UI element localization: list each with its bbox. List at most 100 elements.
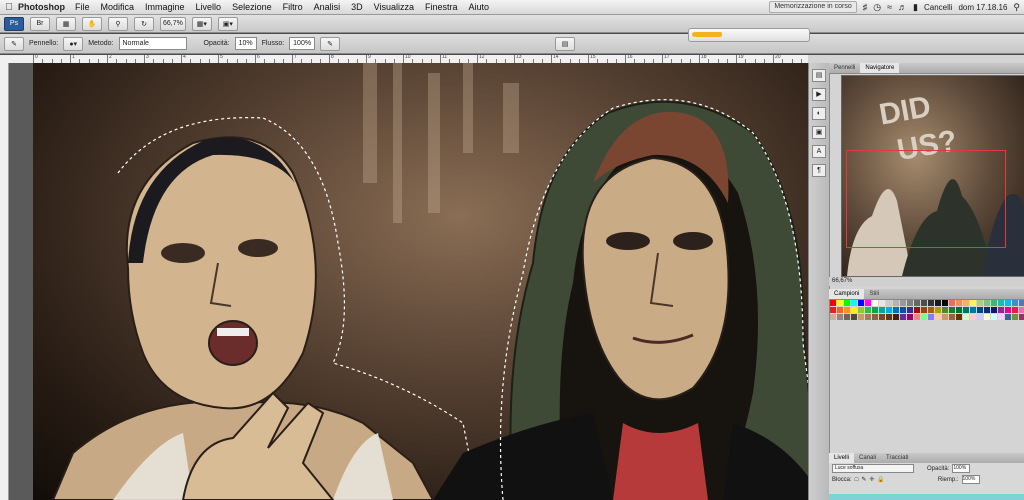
color-swatch[interactable] bbox=[991, 307, 997, 313]
artwork[interactable] bbox=[33, 63, 808, 500]
color-swatch[interactable] bbox=[830, 307, 836, 313]
color-swatch[interactable] bbox=[914, 314, 920, 320]
color-swatch[interactable] bbox=[949, 307, 955, 313]
arrange-documents-button[interactable]: ▦▾ bbox=[191, 16, 212, 31]
color-swatch[interactable] bbox=[879, 314, 885, 320]
battery-icon[interactable]: ▮ bbox=[913, 2, 918, 13]
color-swatch[interactable] bbox=[977, 307, 983, 313]
tab-navigatore[interactable]: Navigatore bbox=[860, 63, 900, 73]
active-layer-row[interactable] bbox=[829, 494, 1024, 500]
color-swatch[interactable] bbox=[977, 300, 983, 306]
color-swatch[interactable] bbox=[858, 314, 864, 320]
color-swatch[interactable] bbox=[907, 314, 913, 320]
color-swatch[interactable] bbox=[1012, 300, 1018, 306]
opacity-input[interactable]: 10% bbox=[234, 37, 257, 50]
color-swatch[interactable] bbox=[914, 300, 920, 306]
color-swatch[interactable] bbox=[830, 314, 836, 320]
screen-mode-button[interactable]: ▣▾ bbox=[217, 16, 238, 31]
menu-analisi[interactable]: Analisi bbox=[314, 2, 341, 12]
color-swatch[interactable] bbox=[998, 300, 1004, 306]
color-swatch[interactable] bbox=[998, 307, 1004, 313]
brush-preset-picker[interactable]: ●▾ bbox=[63, 36, 84, 51]
tab-canali[interactable]: Canali bbox=[854, 453, 881, 463]
color-swatch[interactable] bbox=[984, 300, 990, 306]
lock-position-icon[interactable]: ✛ bbox=[869, 476, 874, 483]
color-swatch[interactable] bbox=[872, 314, 878, 320]
color-swatch[interactable] bbox=[928, 314, 934, 320]
navigator-zoom-value[interactable]: 66,67% bbox=[832, 278, 852, 284]
color-swatch[interactable] bbox=[921, 300, 927, 306]
menu-aiuto[interactable]: Aiuto bbox=[469, 2, 490, 12]
layer-opacity-input[interactable]: 100% bbox=[952, 464, 971, 473]
color-swatch[interactable] bbox=[900, 307, 906, 313]
color-swatch[interactable] bbox=[907, 307, 913, 313]
tab-stili[interactable]: Stili bbox=[864, 289, 884, 299]
layer-fill-input[interactable]: 100% bbox=[961, 475, 980, 484]
color-swatch[interactable] bbox=[914, 307, 920, 313]
hand-tool-icon[interactable]: ✋ bbox=[82, 16, 102, 31]
color-swatch[interactable] bbox=[1019, 314, 1024, 320]
color-swatch[interactable] bbox=[935, 314, 941, 320]
ps-logo-icon[interactable]: Ps bbox=[4, 16, 24, 31]
color-swatch[interactable] bbox=[858, 300, 864, 306]
color-swatch[interactable] bbox=[942, 314, 948, 320]
color-swatch[interactable] bbox=[942, 307, 948, 313]
color-swatch[interactable] bbox=[837, 314, 843, 320]
color-swatch[interactable] bbox=[865, 300, 871, 306]
volume-icon[interactable]: ♬ bbox=[898, 2, 907, 12]
color-panel-icon[interactable]: ◐ bbox=[812, 107, 826, 120]
color-swatch[interactable] bbox=[879, 300, 885, 306]
menu-3d[interactable]: 3D bbox=[351, 2, 363, 12]
menu-file[interactable]: File bbox=[75, 2, 90, 12]
color-swatch[interactable] bbox=[970, 314, 976, 320]
zoom-level-field[interactable]: 66,7% bbox=[160, 16, 186, 31]
color-swatch[interactable] bbox=[1005, 314, 1011, 320]
color-swatch[interactable] bbox=[893, 307, 899, 313]
color-swatch[interactable] bbox=[844, 307, 850, 313]
color-swatch[interactable] bbox=[1005, 307, 1011, 313]
lock-all-icon[interactable]: 🔒 bbox=[877, 476, 884, 483]
view-extras-button[interactable]: ▦ bbox=[56, 16, 76, 31]
spotlight-icon[interactable]: ⚲ bbox=[1013, 2, 1020, 13]
color-swatch[interactable] bbox=[921, 307, 927, 313]
history-panel-icon[interactable]: ▤ bbox=[812, 69, 826, 82]
time-machine-icon[interactable]: ◷ bbox=[873, 2, 881, 13]
color-swatch[interactable] bbox=[942, 300, 948, 306]
color-swatch[interactable] bbox=[844, 300, 850, 306]
color-swatch[interactable] bbox=[991, 314, 997, 320]
lock-pixels-icon[interactable]: ✎ bbox=[861, 476, 866, 483]
color-swatch[interactable] bbox=[844, 314, 850, 320]
color-swatch[interactable] bbox=[872, 307, 878, 313]
user-name[interactable]: Cancelli bbox=[924, 3, 952, 12]
tab-campioni[interactable]: Campioni bbox=[829, 289, 865, 299]
menu-livello[interactable]: Livello bbox=[196, 2, 222, 12]
color-swatch[interactable] bbox=[956, 300, 962, 306]
color-swatch[interactable] bbox=[935, 300, 941, 306]
color-swatch[interactable] bbox=[1019, 300, 1024, 306]
brush-tool-icon[interactable]: ✎ bbox=[4, 36, 24, 51]
color-swatch[interactable] bbox=[956, 314, 962, 320]
color-swatch[interactable] bbox=[830, 300, 836, 306]
color-swatch[interactable] bbox=[886, 314, 892, 320]
color-swatch[interactable] bbox=[928, 307, 934, 313]
blend-mode-select[interactable]: Normale bbox=[118, 37, 187, 50]
color-swatch[interactable] bbox=[963, 314, 969, 320]
color-swatch[interactable] bbox=[963, 307, 969, 313]
menu-selezione[interactable]: Selezione bbox=[232, 2, 272, 12]
color-swatch[interactable] bbox=[837, 300, 843, 306]
menu-filtro[interactable]: Filtro bbox=[283, 2, 303, 12]
color-swatch[interactable] bbox=[851, 300, 857, 306]
color-swatch[interactable] bbox=[1012, 314, 1018, 320]
color-swatch[interactable] bbox=[1012, 307, 1018, 313]
color-swatch[interactable] bbox=[879, 307, 885, 313]
color-swatch[interactable] bbox=[991, 300, 997, 306]
navigator-view-box[interactable] bbox=[846, 150, 1006, 248]
tab-tracciati[interactable]: Tracciati bbox=[881, 453, 913, 463]
color-swatch[interactable] bbox=[893, 314, 899, 320]
clock[interactable]: dom 17.18.16 bbox=[958, 3, 1007, 12]
color-swatch[interactable] bbox=[977, 314, 983, 320]
color-swatch[interactable] bbox=[900, 300, 906, 306]
flow-input[interactable]: 100% bbox=[289, 37, 316, 50]
rotate-view-icon[interactable]: ↻ bbox=[134, 16, 154, 31]
color-swatch[interactable] bbox=[1005, 300, 1011, 306]
